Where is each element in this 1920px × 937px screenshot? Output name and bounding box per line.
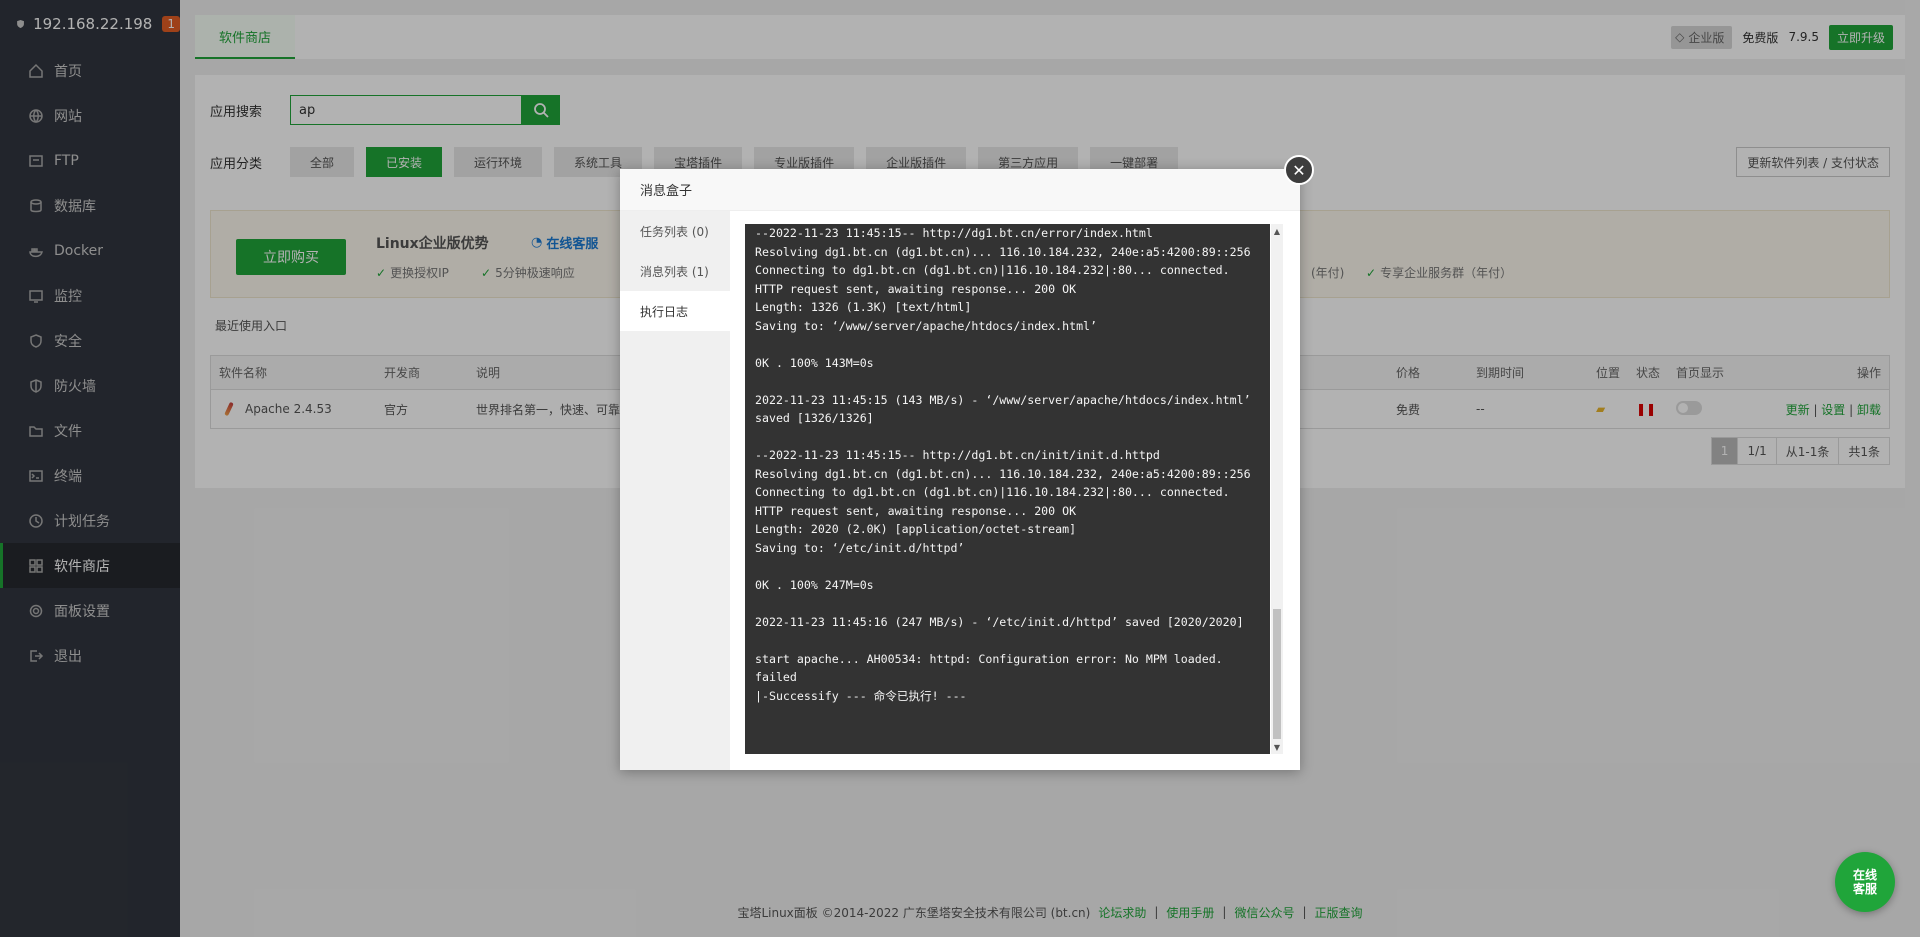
log-line: 0K . 100% 143M=0s [755,355,874,370]
chat-label: 在线客服 [1852,868,1877,896]
log-line: Saving to: ‘/www/server/apache/htdocs/in… [755,318,1098,333]
log-line: 2022-11-23 11:45:16 (247 MB/s) - ‘/etc/i… [755,614,1244,629]
log-line: start apache... AH00534: httpd: Configur… [755,651,1223,666]
exec-log-console[interactable]: --2022-11-23 11:45:15-- http://dg1.bt.cn… [745,224,1270,754]
log-line: Length: 1326 (1.3K) [text/html] [755,300,972,314]
close-icon[interactable]: ✕ [1284,155,1314,185]
tab-message-list[interactable]: 消息列表 (1) [620,251,730,291]
online-chat-button[interactable]: 在线客服 [1835,852,1895,912]
log-line: Saving to: ‘/etc/init.d/httpd’ [755,540,965,555]
log-scrollbar[interactable]: ▲ ▼ [1271,224,1283,754]
scroll-down-icon[interactable]: ▼ [1271,740,1283,754]
log-line: |-Successify --- 命令已执行! --- [755,688,967,703]
log-line: 2022-11-23 11:45:15 (143 MB/s) - ‘/www/s… [755,392,1258,426]
scroll-thumb[interactable] [1273,609,1281,739]
modal-sidebar: 任务列表 (0) 消息列表 (1) 执行日志 [620,211,730,770]
log-line: HTTP request sent, awaiting response... … [755,503,1077,518]
message-box-modal: 消息盒子 ✕ 任务列表 (0) 消息列表 (1) 执行日志 --2022-11-… [620,155,1314,770]
log-line: Resolving dg1.bt.cn (dg1.bt.cn)... 116.1… [755,244,1251,259]
log-line: failed [755,670,797,684]
tab-task-list[interactable]: 任务列表 (0) [620,211,730,251]
scroll-up-icon[interactable]: ▲ [1271,224,1283,238]
log-line: Connecting to dg1.bt.cn (dg1.bt.cn)|116.… [755,485,1230,499]
log-line: HTTP request sent, awaiting response... … [755,281,1077,296]
log-line: Connecting to dg1.bt.cn (dg1.bt.cn)|116.… [755,263,1230,277]
log-line: Length: 2020 (2.0K) [application/octet-s… [755,522,1077,536]
log-line: 0K . 100% 247M=0s [755,577,874,592]
tab-exec-log[interactable]: 执行日志 [620,291,730,331]
log-line: --2022-11-23 11:45:15-- http://dg1.bt.cn… [755,226,1153,240]
log-line: --2022-11-23 11:45:15-- http://dg1.bt.cn… [755,448,1160,462]
modal-title: 消息盒子 [620,169,1300,211]
log-line: Resolving dg1.bt.cn (dg1.bt.cn)... 116.1… [755,466,1251,481]
